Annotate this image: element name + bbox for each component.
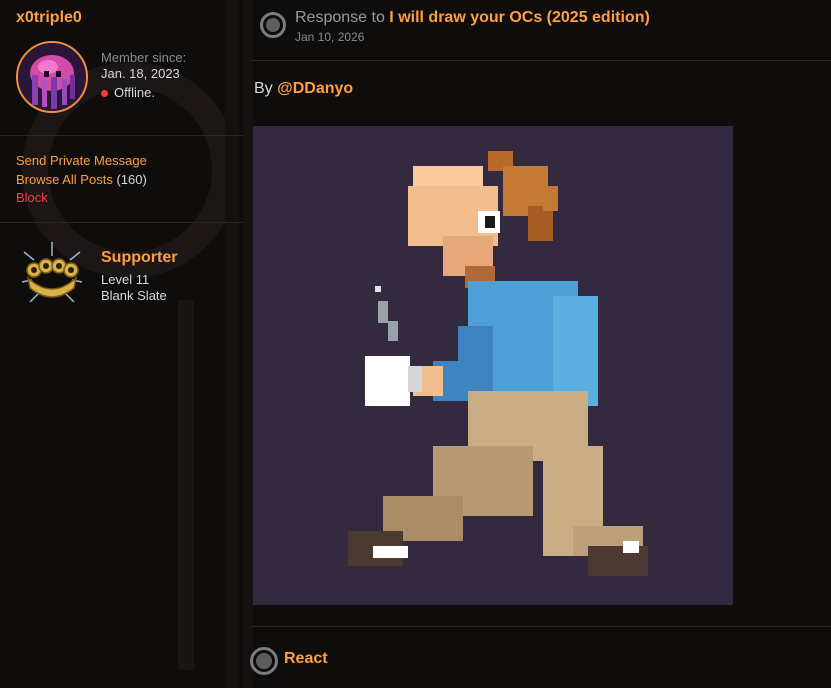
rank-title: Supporter — [101, 249, 178, 266]
react-circle-icon[interactable] — [250, 647, 278, 675]
user-sidebar: x0triple0 Member since: Jan. 18, 2023 Of… — [0, 0, 243, 688]
profile-links: Send Private Message Browse All Posts (1… — [16, 152, 147, 208]
browse-all-posts-link[interactable]: Browse All Posts — [16, 172, 113, 187]
column-edge — [243, 0, 253, 688]
brass-knuckles-badge-icon — [21, 242, 83, 303]
post-artwork[interactable] — [253, 126, 733, 605]
avatar[interactable] — [16, 41, 88, 113]
rank-info: Supporter Level 11 Blank Slate — [101, 249, 177, 304]
artist-mention-link[interactable]: @DDanyo — [277, 80, 353, 97]
avatar-image — [18, 43, 86, 111]
thread-title-link[interactable]: I will draw your OCs (2025 edition) — [389, 9, 650, 26]
divider — [0, 135, 243, 136]
react-button[interactable]: React — [284, 650, 328, 668]
pixel-art-character-image — [253, 126, 733, 605]
rank-level: Level 11 — [101, 272, 150, 287]
offline-dot-icon — [101, 89, 108, 97]
by-label: By — [254, 80, 273, 97]
divider — [251, 60, 831, 61]
username-link[interactable]: x0triple0 — [16, 9, 82, 27]
post-date: Jan 10, 2026 — [295, 30, 365, 44]
member-info: Member since: Jan. 18, 2023 Offline. — [101, 50, 186, 101]
member-since-label: Member since: — [101, 50, 187, 65]
send-private-message-link[interactable]: Send Private Message — [16, 153, 147, 168]
response-header: Response to I will draw your OCs (2025 e… — [295, 9, 650, 27]
byline: By @DDanyo — [254, 80, 353, 98]
online-status: Offline. — [101, 85, 186, 101]
status-text: Offline. — [114, 85, 155, 100]
response-circle-icon — [260, 12, 286, 38]
member-since-date: Jan. 18, 2023 — [101, 66, 180, 81]
divider — [0, 222, 243, 223]
response-prefix: Response to — [295, 9, 385, 26]
post-count: (160) — [116, 171, 147, 187]
post-main: Response to I will draw your OCs (2025 e… — [243, 0, 831, 688]
rank-subtitle: Blank Slate — [101, 288, 167, 303]
divider — [251, 626, 831, 627]
block-link[interactable]: Block — [16, 190, 48, 205]
